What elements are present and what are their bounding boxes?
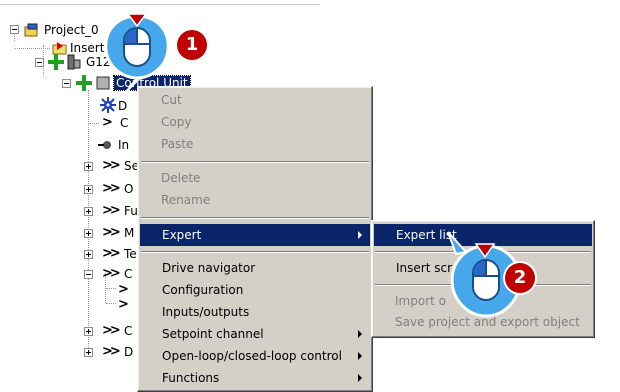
group-expander[interactable] bbox=[84, 270, 93, 279]
menu-item-label: Import o bbox=[395, 294, 446, 308]
menu-item-label: Setpoint channel bbox=[162, 327, 264, 341]
tree-guide bbox=[106, 303, 116, 304]
tree-item-label[interactable]: O bbox=[124, 182, 133, 196]
menu-item-label: Delete bbox=[161, 171, 201, 185]
group-expander[interactable] bbox=[84, 162, 93, 171]
double-chevron-icon: >> bbox=[102, 266, 121, 281]
mouse-click-callout-icon bbox=[104, 13, 170, 93]
submenu-arrow-icon bbox=[358, 330, 362, 338]
tree-guide bbox=[89, 123, 99, 124]
context-menu: Cut Copy Paste Delete Rename Expert Driv… bbox=[137, 86, 373, 392]
menu-item-copy: Copy bbox=[140, 112, 370, 134]
menu-item-label: Functions bbox=[162, 371, 220, 385]
double-chevron-icon: >> bbox=[102, 203, 121, 218]
tree-item-label[interactable]: C bbox=[120, 116, 128, 130]
menu-item-drive-navigator[interactable]: Drive navigator bbox=[140, 257, 370, 279]
double-chevron-icon: >> bbox=[102, 344, 121, 359]
tree-item-label[interactable]: Te bbox=[124, 247, 137, 261]
group-expander[interactable] bbox=[84, 348, 93, 357]
double-chevron-icon: >> bbox=[102, 181, 121, 196]
group-expander[interactable] bbox=[84, 229, 93, 238]
tree-guide bbox=[88, 90, 89, 352]
tree-item-label[interactable]: Fu bbox=[124, 204, 138, 218]
tree-top-border bbox=[0, 4, 320, 5]
gear-icon bbox=[100, 97, 116, 113]
menu-item-label: Inputs/outputs bbox=[162, 305, 250, 319]
group-expander[interactable] bbox=[84, 327, 93, 336]
chevron-right-icon: > bbox=[118, 282, 129, 297]
submenu-arrow-icon bbox=[358, 352, 362, 360]
chevron-right-icon: > bbox=[118, 297, 129, 312]
menu-item-expert[interactable]: Expert bbox=[140, 224, 370, 246]
menu-item-open-closed-loop[interactable]: Open-loop/closed-loop control bbox=[140, 345, 370, 367]
tree-item-label[interactable]: D bbox=[124, 345, 133, 359]
double-chevron-icon: >> bbox=[102, 246, 121, 261]
callout-badge: 2 bbox=[505, 263, 535, 293]
menu-item-setpoint-channel[interactable]: Setpoint channel bbox=[140, 323, 370, 345]
menu-item-inputs-outputs[interactable]: Inputs/outputs bbox=[140, 301, 370, 323]
tree-guide bbox=[15, 48, 50, 49]
drive-expander[interactable] bbox=[35, 58, 44, 67]
chevron-right-icon: > bbox=[102, 115, 113, 130]
menu-item-label: Copy bbox=[161, 115, 192, 129]
menu-separator bbox=[141, 217, 369, 219]
tree-item-label[interactable]: C bbox=[124, 324, 132, 338]
menu-item-paste: Paste bbox=[140, 134, 370, 156]
project-icon bbox=[24, 23, 38, 37]
menu-item-rename: Rename bbox=[140, 190, 370, 212]
submenu-arrow-icon bbox=[358, 231, 362, 239]
plus-connect-icon bbox=[48, 54, 64, 70]
menu-item-label: Configuration bbox=[162, 283, 244, 297]
connector-plug-icon bbox=[98, 141, 111, 149]
tree-item-label[interactable]: C bbox=[124, 267, 132, 281]
menu-item-label: Open-loop/closed-loop control bbox=[162, 349, 342, 363]
group-expander[interactable] bbox=[84, 207, 93, 216]
menu-item-configuration[interactable]: Configuration bbox=[140, 279, 370, 301]
project-label[interactable]: Project_0 bbox=[44, 23, 99, 37]
group-expander[interactable] bbox=[84, 250, 93, 259]
menu-item-label: Expert bbox=[162, 228, 202, 242]
plus-connect-icon bbox=[76, 75, 92, 91]
group-expander[interactable] bbox=[84, 185, 93, 194]
menu-separator bbox=[141, 161, 369, 163]
callout-badge: 1 bbox=[177, 30, 207, 60]
tree-item-label[interactable]: D bbox=[118, 99, 127, 113]
tree-item-label[interactable]: M bbox=[124, 226, 134, 240]
menu-item-delete: Delete bbox=[140, 168, 370, 190]
double-chevron-icon: >> bbox=[102, 323, 121, 338]
drive-icon bbox=[67, 54, 81, 70]
menu-item-label: Paste bbox=[161, 137, 194, 151]
tree-item-label[interactable]: In bbox=[118, 138, 129, 152]
menu-item-label: Rename bbox=[161, 193, 211, 207]
control-unit-expander[interactable] bbox=[62, 79, 71, 88]
menu-item-label: Drive navigator bbox=[162, 261, 256, 275]
menu-item-functions[interactable]: Functions bbox=[140, 367, 370, 389]
double-chevron-icon: >> bbox=[102, 225, 121, 240]
project-expander[interactable] bbox=[10, 25, 19, 34]
double-chevron-icon: >> bbox=[102, 158, 121, 173]
tree-guide bbox=[106, 288, 116, 289]
menu-separator bbox=[141, 251, 369, 253]
submenu-arrow-icon bbox=[358, 374, 362, 382]
